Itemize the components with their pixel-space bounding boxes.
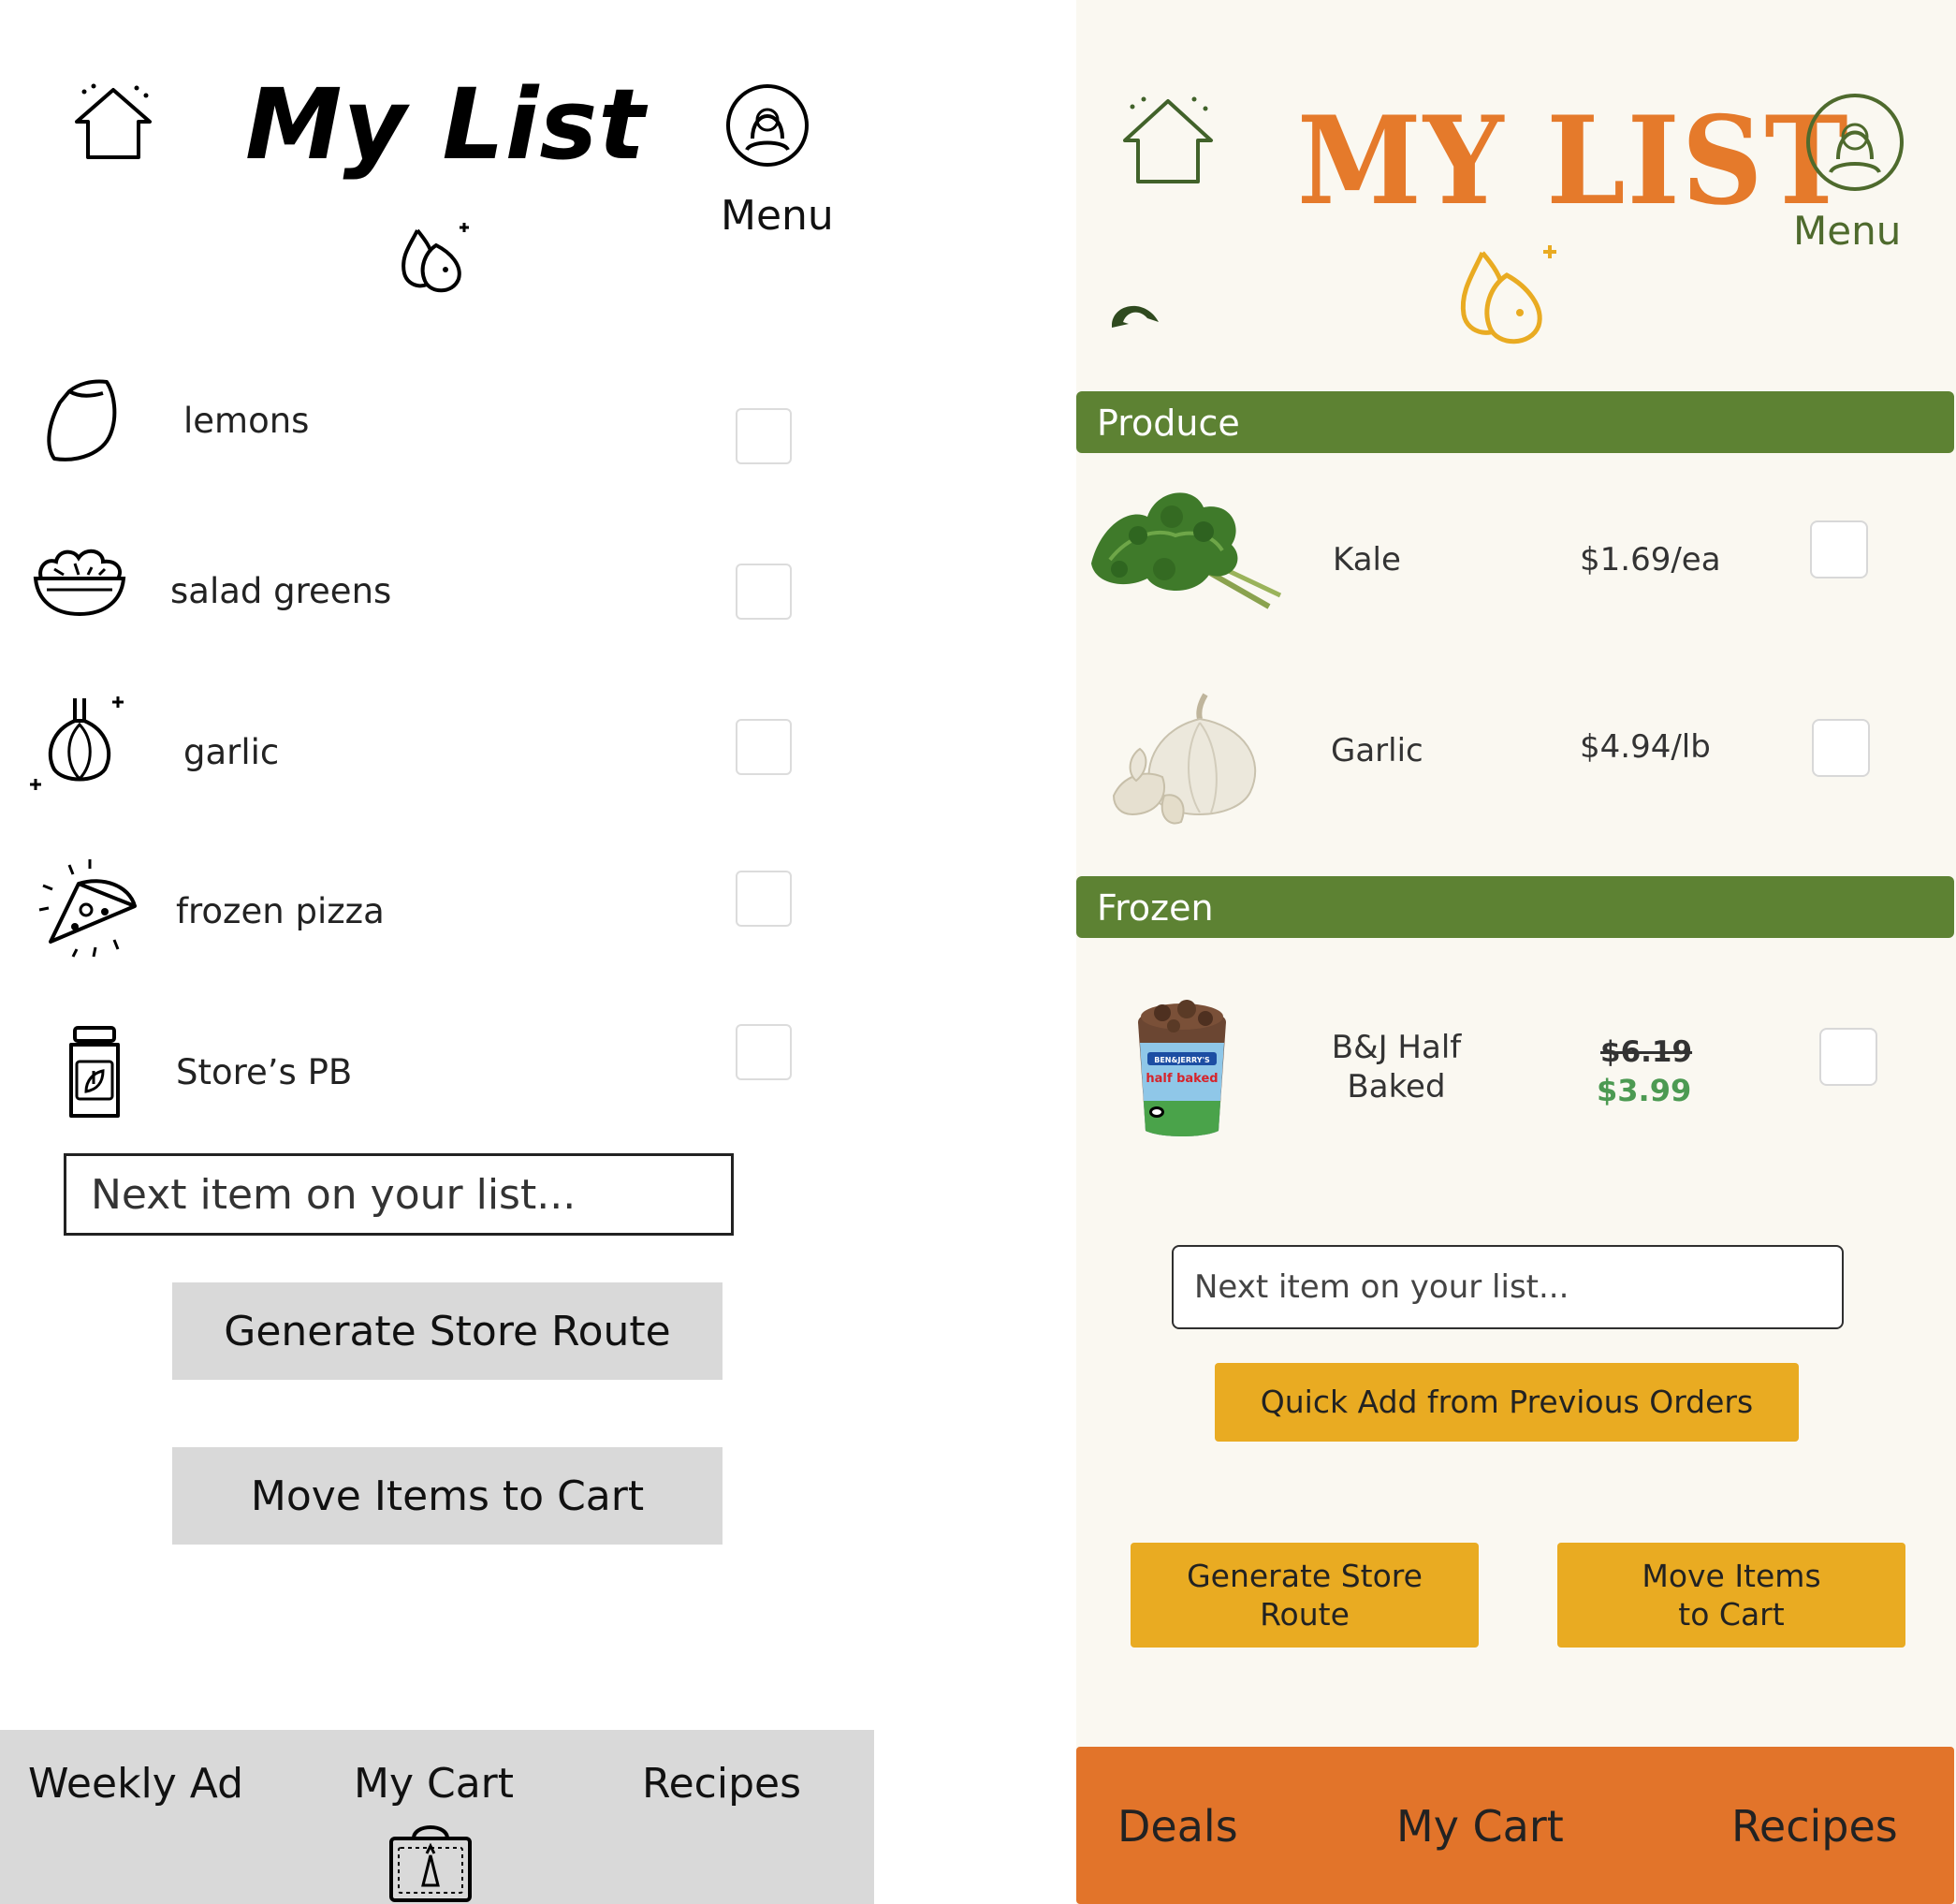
sale-price: $3.99 [1597, 1073, 1692, 1108]
item-checkbox[interactable] [1819, 1028, 1877, 1086]
menu-label[interactable]: Menu [1793, 208, 1901, 254]
product-name-line1: B&J Half [1331, 1029, 1462, 1066]
wireframe-screen [0, 0, 1076, 1904]
item-checkbox[interactable] [1812, 719, 1870, 777]
nav-recipes[interactable]: Recipes [1731, 1801, 1898, 1852]
item-checkbox[interactable] [736, 564, 792, 620]
product-name: Kale [1333, 541, 1401, 579]
product-name-line2: Baked [1347, 1068, 1446, 1106]
item-checkbox[interactable] [736, 871, 792, 927]
home-icon[interactable] [71, 82, 155, 163]
lemon-icon [41, 374, 125, 464]
product-price: $1.69/ea [1580, 541, 1721, 579]
button-label-line1: Move Items [1642, 1557, 1821, 1594]
category-frozen: Frozen [1076, 876, 1954, 938]
garlic-icon [28, 693, 133, 794]
profile-menu-icon[interactable] [724, 82, 810, 168]
product-price: $4.94/lb [1580, 728, 1711, 766]
original-price: $6.19 [1600, 1035, 1693, 1069]
menu-label[interactable]: Menu [721, 192, 834, 240]
list-item-label: Store’s PB [176, 1052, 353, 1092]
pizza-slice-icon [37, 857, 142, 960]
generate-store-route-button[interactable]: Generate Store Route [1131, 1543, 1479, 1648]
button-label-line2: Route [1260, 1596, 1350, 1633]
page-title: MY LIST [1297, 90, 1850, 233]
garlic-image [1095, 691, 1278, 835]
pear-logo-icon [397, 219, 475, 296]
nav-deals[interactable]: Deals [1117, 1801, 1238, 1852]
pear-logo-icon [1452, 240, 1569, 352]
profile-menu-icon[interactable] [1804, 92, 1905, 193]
nav-my-cart[interactable]: My Cart [1396, 1801, 1564, 1852]
item-checkbox[interactable] [736, 1024, 792, 1080]
home-icon[interactable] [1119, 92, 1217, 189]
shopping-bag-icon[interactable] [386, 1820, 475, 1904]
item-checkbox[interactable] [1810, 520, 1868, 579]
nav-my-cart[interactable]: My Cart [354, 1760, 514, 1808]
button-label-line2: to Cart [1678, 1596, 1785, 1633]
quick-add-button[interactable]: Quick Add from Previous Orders [1215, 1363, 1799, 1442]
nav-weekly-ad[interactable]: Weekly Ad [28, 1760, 243, 1808]
salad-bowl-icon [30, 541, 129, 620]
product-name: B&J Half Baked [1329, 1028, 1464, 1106]
next-item-input[interactable] [64, 1153, 734, 1236]
next-item-input[interactable] [1172, 1245, 1844, 1329]
list-item-label: lemons [183, 401, 310, 441]
item-checkbox[interactable] [736, 408, 792, 464]
page-title: My List [245, 67, 647, 182]
list-item-label: frozen pizza [176, 891, 385, 931]
jar-icon [66, 1024, 124, 1121]
ice-cream-pint-image: BEN&JERRY'S half baked [1129, 998, 1235, 1140]
pint-flavor-label: half baked [1146, 1072, 1218, 1086]
list-item-label: garlic [183, 732, 280, 772]
move-items-to-cart-button[interactable]: Move Items to Cart [172, 1447, 723, 1545]
kale-image [1082, 479, 1288, 614]
move-items-to-cart-button[interactable]: Move Items to Cart [1557, 1543, 1905, 1648]
category-produce: Produce [1076, 391, 1954, 453]
button-label-line1: Generate Store [1187, 1557, 1423, 1594]
list-item-label: salad greens [170, 571, 392, 611]
undo-icon[interactable] [1104, 290, 1166, 333]
pint-brand-label: BEN&JERRY'S [1154, 1056, 1210, 1064]
item-checkbox[interactable] [736, 719, 792, 775]
generate-store-route-button[interactable]: Generate Store Route [172, 1282, 723, 1380]
nav-recipes[interactable]: Recipes [642, 1760, 801, 1808]
product-name: Garlic [1331, 732, 1423, 769]
